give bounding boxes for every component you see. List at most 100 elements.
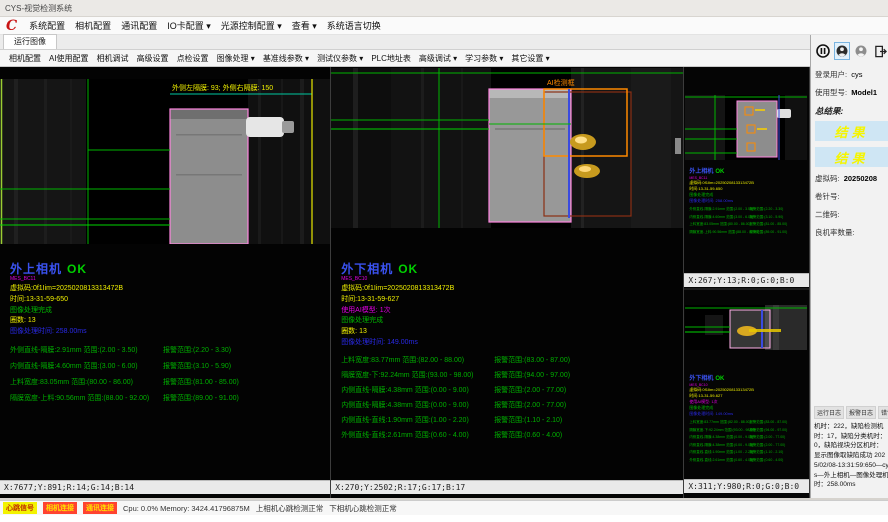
title-bar: CYS-视觉检测系统 [0, 0, 888, 17]
ai-model-used-lower: 使用AI模型: 1次 [341, 307, 570, 315]
control-panel: 登录用户: cys 使用型号: Model1 总结果: 结果 结果 虚拟码: 2… [810, 35, 888, 498]
toolbar-item-learning-params[interactable]: 学习参数 ▾ [461, 51, 507, 66]
app-window: CYS-视觉检测系统 C 系统配置 相机配置 通讯配置 IO卡配置 ▾ 光源控制… [0, 0, 888, 522]
status-bar: 心跳信号 相机连接 通讯连接 Cpu: 0.0% Memory: 3424.41… [0, 500, 888, 515]
mini-overlay-upper: 外上相机OK MES_BC11 虚拟码:0f1Iim=2025020813313… [689, 169, 787, 237]
toolbar-item-camera-debug[interactable]: 相机调试 [93, 51, 133, 66]
total-result-label: 总结果: [815, 105, 888, 117]
login-user-field: 登录用户: cys [815, 69, 888, 80]
tab-strip: 运行图像 [0, 35, 810, 50]
log-tab-error[interactable]: 错误日志 [878, 406, 888, 419]
control-buttons [815, 42, 888, 60]
lower-camera-heartbeat-status: 下相机心跳检测正常 [329, 503, 397, 514]
toolbar-item-advanced-debug[interactable]: 高级调试 ▾ [415, 51, 461, 66]
measurement-row: 内侧直线-隔膜:4.60mm 范围:(3.00 - 6.00)报警范围:(3.1… [10, 361, 239, 371]
camera-feed-upper[interactable]: 外侧左隔膜: 93; 外侧右隔膜: 150 [0, 79, 330, 244]
camera-title-lower: 外下相机OK [341, 263, 570, 276]
toolbar-item-plc-address-table[interactable]: PLC地址表 [367, 51, 415, 66]
log-tab-alarm[interactable]: 报警日志 [846, 406, 876, 419]
model-value: Model1 [851, 88, 877, 97]
measurement-row: 上料宽度:83.77mm 范围:(82.00 - 88.00)报警范围:(83.… [341, 355, 570, 365]
measurement-row: 上料宽度:83.05mm 范围:(80.00 - 86.00)报警范围:(81.… [10, 377, 239, 387]
window-title: CYS-视觉检测系统 [5, 3, 72, 14]
menu-item-system-config[interactable]: 系统配置 [24, 17, 70, 34]
menu-item-camera-config[interactable]: 相机配置 [70, 17, 116, 34]
menu-item-comm-config[interactable]: 通讯配置 [116, 17, 162, 34]
mes-code-upper: MES_BC11 [10, 276, 239, 282]
toolbar-item-other-settings[interactable]: 其它设置 ▾ [507, 51, 553, 66]
comm-connection-badge: 通讯连接 [83, 502, 117, 514]
camera-feed-lower[interactable]: AI检测框 [331, 68, 683, 228]
measurement-row: 外侧直线-直线:2.61mm 范围:(0.60 - 4.00)报警范围:(0.6… [341, 430, 570, 440]
pause-button[interactable] [815, 42, 831, 60]
mini-view-column: 外上相机OK MES_BC11 虚拟码:0f1Iim=2025020813313… [684, 67, 810, 498]
result-ok-lower: OK [398, 262, 418, 276]
camera-views: 外侧左隔膜: 93; 外侧右隔膜: 150 外上相机OK MES_BC11 虚拟… [0, 67, 810, 498]
content-area: 运行图像 相机配置 AI使用配置 相机调试 高级设置 点检设置 图像处理 ▾ 基… [0, 35, 888, 498]
mini-feed-upper[interactable] [685, 95, 807, 160]
toolbar-item-advanced-settings[interactable]: 高级设置 [133, 51, 173, 66]
mini-overlay-lower: 外下相机OK MES_BC10 虚拟码:0f1Iim=2025020813313… [689, 376, 787, 465]
model-field: 使用型号: Model1 [815, 87, 888, 98]
menu-item-view[interactable]: 查看 ▾ [287, 17, 322, 34]
mini-feed-lower[interactable] [685, 305, 807, 350]
log-section: 运行日志 报警日志 错误日志 机时：222，缺陷检测机时：17，缺陷分类机时：0… [814, 406, 888, 490]
mini-panel-upper: 外上相机OK MES_BC11 虚拟码:0f1Iim=2025020813313… [684, 67, 809, 290]
left-column: 运行图像 相机配置 AI使用配置 相机调试 高级设置 点检设置 图像处理 ▾ 基… [0, 35, 810, 498]
measurement-row: 隔膜宽度-下:92.24mm 范围:(93.00 - 98.00)报警范围:(9… [341, 370, 570, 380]
user-switch-button[interactable] [853, 42, 869, 60]
cpu-memory-status: Cpu: 0.0% Memory: 3424.41796875M [123, 504, 250, 513]
tab-run-image[interactable]: 运行图像 [3, 34, 57, 49]
menu-item-language-switch[interactable]: 系统语言切换 [322, 17, 386, 34]
pixel-status-mini-upper: X:267;Y:13;R:0;G:0;B:0 [684, 273, 809, 287]
window-footer [0, 515, 888, 522]
measurement-row: 内侧直线-直线:1.90mm 范围:(1.00 - 2.20)报警范围:(1.1… [341, 415, 570, 425]
result-badge-lower: 结果 [815, 147, 888, 167]
measurement-list-upper: 外侧直线-隔膜:2.91mm 范围:(2.00 - 3.50)报警范围:(2.2… [10, 345, 239, 403]
camera-panel-lower: AI检测框 外下相机OK MES_BC10 虚拟码 [331, 67, 684, 498]
pixel-status-mini-lower: X:311;Y:980;R:0;G:0;B:0 [684, 479, 809, 493]
process-time-upper: 图像处理时间: 258.00ms [10, 328, 239, 336]
toolbar-item-tester-params[interactable]: 测试仪参数 ▾ [313, 51, 367, 66]
barcode-lower: 虚拟码:0f1Iim=2025020813313472B [341, 285, 570, 293]
log-text: 机时：222，缺陷检测机时：17，缺陷分类机时：0，缺陷视块分区机时：显示图像取… [814, 422, 888, 490]
result-overlay-upper: 外上相机OK MES_BC11 虚拟码:0f1Iim=2025020813313… [10, 263, 239, 409]
capture-time-upper: 时间:13-31-59-650 [10, 296, 239, 304]
barcode-upper: 虚拟码:0f1Iim=2025020813313472B [10, 285, 239, 293]
result-overlay-lower: 外下相机OK MES_BC10 虚拟码:0f1Iim=2025020813313… [341, 263, 570, 445]
exit-button[interactable] [872, 42, 888, 60]
round-count-lower: 圈数: 13 [341, 328, 570, 336]
exit-door-icon [874, 45, 887, 58]
app-logo-icon: C [6, 19, 17, 33]
pixel-status-upper: X:7677;Y:891;R:14;G:14;B:14 [0, 480, 330, 494]
process-done-lower: 图像处理完成 [341, 317, 570, 325]
toolbar-item-spot-check[interactable]: 点检设置 [173, 51, 213, 66]
pause-icon [816, 44, 830, 58]
user-gray-icon [855, 45, 867, 57]
process-done-upper: 图像处理完成 [10, 307, 239, 315]
log-tabs: 运行日志 报警日志 错误日志 [814, 406, 888, 419]
result-ok-upper: OK [67, 262, 87, 276]
capture-time-lower: 时间:13-31-59-627 [341, 296, 570, 304]
mini-panel-lower: 外下相机OK MES_BC10 虚拟码:0f1Iim=2025020813313… [684, 290, 809, 498]
winding-pin-field: 卷针号: [815, 191, 888, 202]
camera-connection-badge: 相机连接 [43, 502, 77, 514]
virtual-code-field: 虚拟码: 20250208 [815, 173, 888, 184]
measurement-list-lower: 上料宽度:83.77mm 范围:(82.00 - 88.00)报警范围:(83.… [341, 355, 570, 440]
toolbar-item-baseline-params[interactable]: 基准线参数 ▾ [259, 51, 313, 66]
upper-camera-heartbeat-status: 上相机心跳检测正常 [256, 503, 324, 514]
toolbar-item-ai-usage-config[interactable]: AI使用配置 [45, 51, 93, 66]
camera-title-upper: 外上相机OK [10, 263, 239, 276]
round-count-upper: 圈数: 13 [10, 317, 239, 325]
qr-code-field: 二维码: [815, 209, 888, 220]
user-login-button[interactable] [834, 42, 850, 60]
log-tab-run[interactable]: 运行日志 [814, 406, 844, 419]
menu-item-io-card-config[interactable]: IO卡配置 ▾ [162, 17, 216, 34]
toolbar-item-camera-config[interactable]: 相机配置 [5, 51, 45, 66]
result-badge-upper: 结果 [815, 121, 888, 141]
measurement-row: 隔膜宽度-上料:90.56mm 范围:(88.00 - 92.00)报警范围:(… [10, 393, 239, 403]
mes-code-lower: MES_BC10 [341, 276, 570, 282]
measurement-row: 内侧直线-隔膜:4.38mm 范围:(0.00 - 9.00)报警范围:(2.0… [341, 385, 570, 395]
toolbar-item-image-processing[interactable]: 图像处理 ▾ [213, 51, 259, 66]
menu-item-light-control-config[interactable]: 光源控制配置 ▾ [216, 17, 287, 34]
